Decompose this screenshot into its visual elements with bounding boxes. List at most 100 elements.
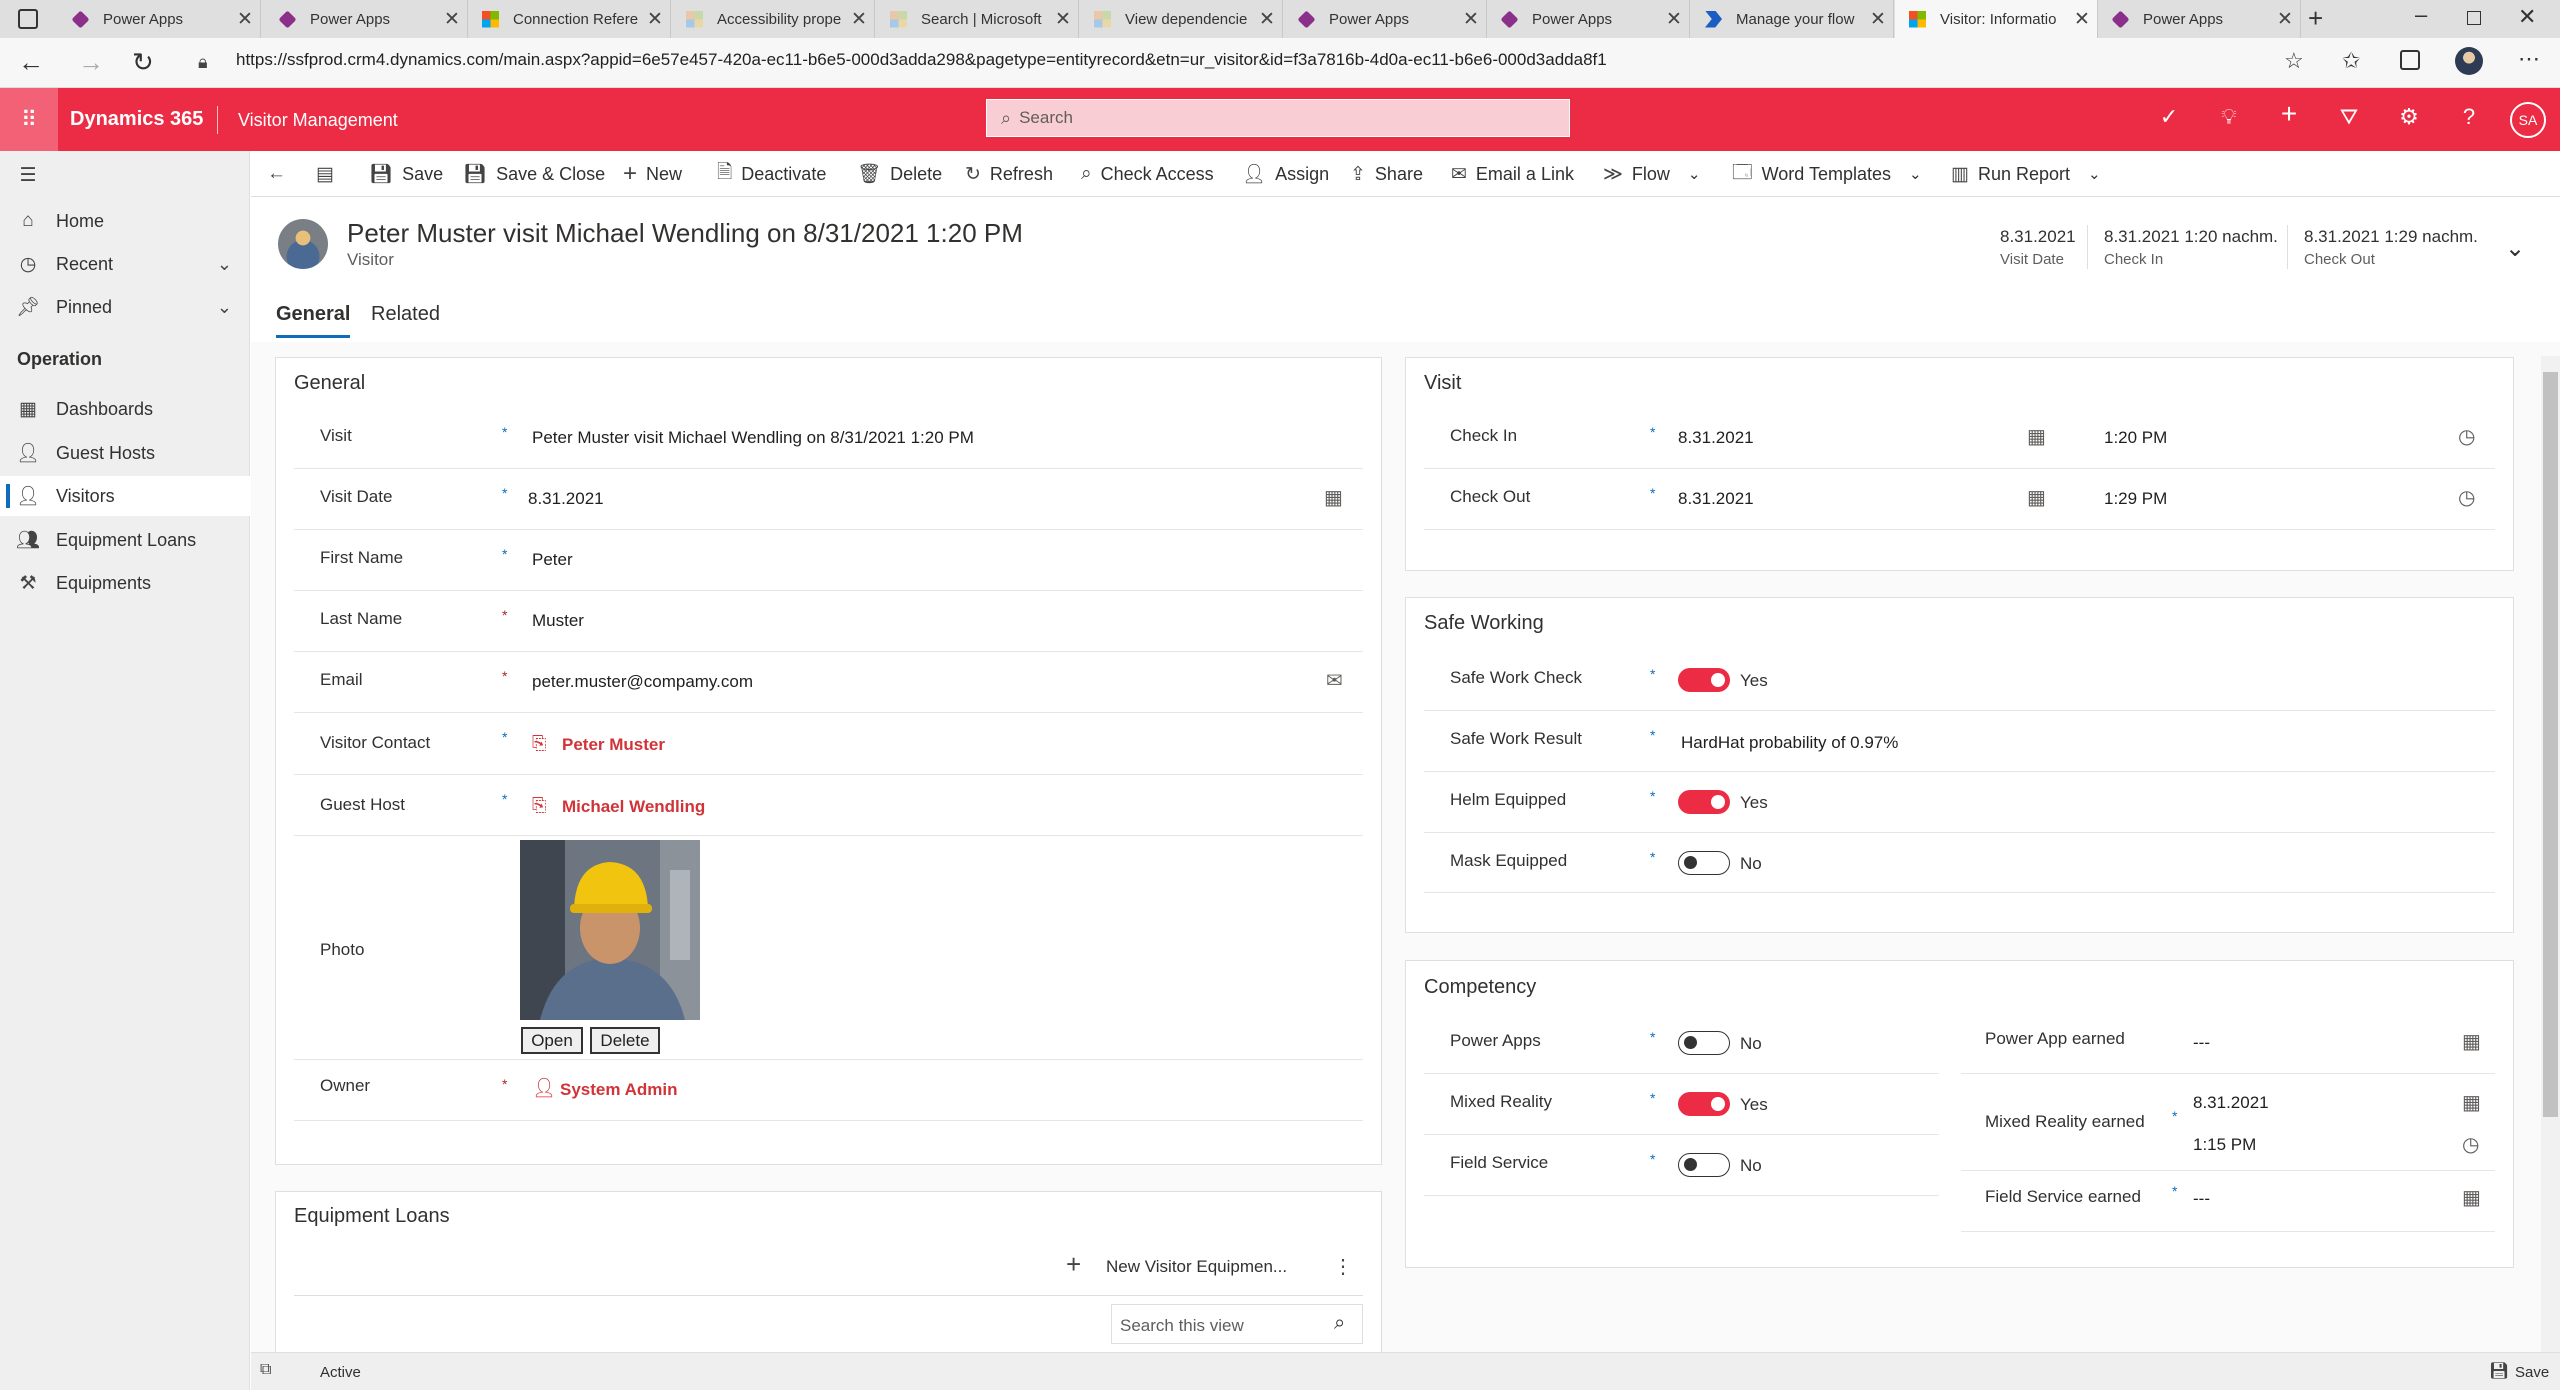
field-field-service[interactable]: Field Service * No <box>1424 1135 1939 1196</box>
filter-icon[interactable]: ⛛ <box>2334 104 2364 130</box>
save-button[interactable]: 💾︎ Save <box>369 151 443 197</box>
tab-related[interactable]: Related <box>371 303 440 326</box>
field-visit-date[interactable]: Visit Date * 8.31.2021 ▦ <box>294 469 1363 530</box>
back-arrow-icon[interactable]: ← <box>18 47 44 78</box>
photo-open-button[interactable]: Open <box>521 1027 583 1054</box>
close-window-icon[interactable]: ✕ <box>2518 4 2536 30</box>
nav-item-visitors[interactable]: 👤︎ Visitors <box>0 476 250 516</box>
field-power-apps[interactable]: Power Apps * No <box>1424 1013 1939 1074</box>
field-visit[interactable]: Visit * Peter Muster visit Michael Wendl… <box>294 408 1363 469</box>
chevron-down-icon[interactable]: ⌄ <box>217 297 232 318</box>
close-tab-icon[interactable]: ✕ <box>2270 8 2300 31</box>
mail-icon[interactable]: ✉ <box>1326 668 1343 693</box>
field-mixed-reality[interactable]: Mixed Reality * Yes <box>1424 1074 1939 1135</box>
time-value[interactable]: 1:15 PM <box>2193 1135 2256 1155</box>
form-view-button[interactable]: ▤ <box>316 151 343 197</box>
search-icon[interactable]: ⌕ <box>1334 1312 1345 1335</box>
calendar-icon[interactable]: ▦ <box>2462 1090 2481 1115</box>
field-mask-equipped[interactable]: Mask Equipped * No <box>1424 833 2495 894</box>
nav-recent[interactable]: ◷ Recent ⌄ <box>0 244 250 284</box>
browser-tab[interactable]: Power Apps ✕ <box>2098 0 2301 38</box>
maximize-icon[interactable] <box>2467 11 2481 25</box>
browser-tab[interactable]: Accessibility prope ✕ <box>672 0 875 38</box>
browser-tab[interactable]: Power Apps ✕ <box>1487 0 1690 38</box>
nav-home[interactable]: ⌂ Home <box>0 201 250 241</box>
more-vertical-icon[interactable]: ⋮ <box>1333 1254 1353 1279</box>
more-icon[interactable]: ⋯ <box>2518 46 2540 72</box>
browser-tab[interactable]: Power Apps ✕ <box>58 0 261 38</box>
tab-general[interactable]: General <box>276 303 351 338</box>
grid-search-input[interactable]: Search this view ⌕ <box>1111 1304 1363 1344</box>
clock-icon[interactable]: ◷ <box>2458 485 2475 510</box>
browser-tab[interactable]: Power Apps ✕ <box>1284 0 1487 38</box>
calendar-icon[interactable]: ▦ <box>2462 1185 2481 1210</box>
lookup-link[interactable]: Peter Muster <box>562 735 665 755</box>
tab-actions-icon[interactable] <box>18 9 38 29</box>
field-value[interactable]: Peter <box>532 550 573 570</box>
hamburger-menu[interactable]: ☰ <box>0 155 250 195</box>
url-text[interactable]: https://ssfprod.crm4.dynamics.com/main.a… <box>236 50 1607 70</box>
check-access-button[interactable]: ⌕ Check Access <box>1081 151 1214 197</box>
header-expand-chevron-icon[interactable]: ⌄ <box>2505 234 2525 263</box>
field-guest-host[interactable]: Guest Host * ⎘ Michael Wendling <box>294 775 1363 836</box>
help-icon[interactable]: ? <box>2454 104 2484 130</box>
field-value[interactable]: Muster <box>532 611 584 631</box>
chevron-down-icon[interactable]: ⌄ <box>217 254 232 275</box>
close-tab-icon[interactable]: ✕ <box>1863 8 1893 31</box>
field-field-service-earned[interactable]: Field Service earned * --- ▦ <box>1961 1171 2495 1232</box>
browser-tab[interactable]: Visitor: Informatio ✕ <box>1895 0 2098 38</box>
date-value[interactable]: 8.31.2021 <box>1678 428 1754 448</box>
field-value[interactable]: Peter Muster visit Michael Wendling on 8… <box>532 428 974 448</box>
toggle-switch[interactable] <box>1678 851 1730 875</box>
browser-tab[interactable]: Power Apps ✕ <box>265 0 468 38</box>
nav-pinned[interactable]: 📌︎ Pinned ⌄ <box>0 287 250 327</box>
field-value[interactable]: --- <box>2193 1033 2210 1053</box>
photo-delete-button[interactable]: Delete <box>590 1027 660 1054</box>
plus-icon[interactable]: + <box>1066 1249 1081 1280</box>
field-check-out[interactable]: Check Out * 8.31.2021 ▦ 1:29 PM ◷ <box>1424 469 2495 530</box>
browser-tab[interactable]: Manage your flow ✕ <box>1691 0 1894 38</box>
tasks-icon[interactable]: ✓ <box>2154 104 2184 130</box>
field-first-name[interactable]: First Name * Peter <box>294 530 1363 591</box>
field-mixed-reality-earned[interactable]: Mixed Reality earned * 8.31.2021 ▦ 1:15 … <box>1961 1074 2495 1171</box>
flow-button[interactable]: ≫ Flow ⌄ <box>1603 151 1700 197</box>
favorites-icon[interactable]: ✩ <box>2342 48 2360 74</box>
toggle-switch[interactable] <box>1678 790 1730 814</box>
new-button[interactable]: + New <box>623 151 682 197</box>
field-last-name[interactable]: Last Name * Muster <box>294 591 1363 652</box>
close-tab-icon[interactable]: ✕ <box>844 8 874 31</box>
close-tab-icon[interactable]: ✕ <box>1659 8 1689 31</box>
date-value[interactable]: 8.31.2021 <box>2193 1093 2269 1113</box>
toggle-switch[interactable] <box>1678 1153 1730 1177</box>
collections-icon[interactable] <box>2400 50 2420 70</box>
brand-title[interactable]: Dynamics 365 <box>70 108 203 131</box>
user-avatar[interactable]: SA <box>2510 102 2546 138</box>
close-tab-icon[interactable]: ✕ <box>230 8 260 31</box>
field-owner[interactable]: Owner * 👤︎ System Admin <box>294 1060 1363 1121</box>
toggle-switch[interactable] <box>1678 1092 1730 1116</box>
favorite-add-icon[interactable]: ☆ <box>2284 48 2304 74</box>
lookup-link[interactable]: Michael Wendling <box>562 797 705 817</box>
field-email[interactable]: Email * peter.muster@compamy.com ✉ <box>294 652 1363 713</box>
nav-item-guest-hosts[interactable]: 👤︎ Guest Hosts <box>0 433 250 473</box>
deactivate-button[interactable]: 🗎︎ Deactivate <box>717 151 826 197</box>
app-name[interactable]: Visitor Management <box>238 110 398 131</box>
reload-icon[interactable]: ↻ <box>132 47 154 78</box>
app-launcher-icon[interactable]: ⠿ <box>0 88 58 151</box>
record-image[interactable] <box>278 219 328 269</box>
save-icon[interactable]: 💾︎ <box>2489 1361 2509 1381</box>
lookup-link[interactable]: System Admin <box>560 1080 677 1100</box>
profile-avatar[interactable] <box>2455 47 2483 75</box>
field-value[interactable]: peter.muster@compamy.com <box>532 672 753 692</box>
global-search-input[interactable]: ⌕ Search <box>986 99 1570 137</box>
settings-gear-icon[interactable]: ⚙ <box>2394 104 2424 130</box>
field-safe-work-result[interactable]: Safe Work Result * HardHat probability o… <box>1424 711 2495 772</box>
refresh-button[interactable]: ↻ Refresh <box>965 151 1053 197</box>
plus-icon[interactable]: + <box>2274 98 2304 130</box>
minimize-icon[interactable]: – <box>2415 2 2427 28</box>
field-value[interactable]: HardHat probability of 0.97% <box>1681 733 1898 753</box>
share-button[interactable]: ⇪ Share <box>1350 151 1423 197</box>
time-value[interactable]: 1:20 PM <box>2104 428 2167 448</box>
scrollbar-thumb[interactable] <box>2543 372 2558 1117</box>
close-tab-icon[interactable]: ✕ <box>640 8 670 31</box>
